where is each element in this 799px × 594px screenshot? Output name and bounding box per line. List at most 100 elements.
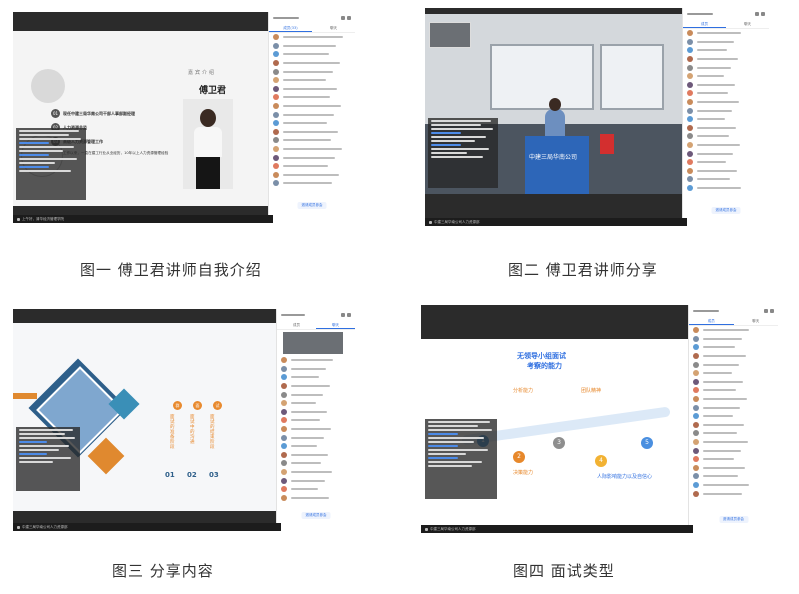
member-row[interactable] — [277, 476, 355, 485]
close-icon[interactable] — [347, 15, 351, 20]
tab-members[interactable]: 成员 — [683, 20, 726, 28]
invite-button[interactable]: 邀请成员参会 — [301, 512, 331, 519]
search-icon[interactable] — [341, 312, 345, 317]
member-row[interactable] — [683, 46, 769, 55]
member-row[interactable] — [683, 29, 769, 38]
member-row[interactable] — [269, 85, 355, 94]
member-row[interactable] — [683, 55, 769, 64]
member-row[interactable] — [277, 416, 355, 425]
search-icon[interactable] — [341, 15, 345, 20]
member-row[interactable] — [689, 360, 778, 369]
member-row[interactable] — [689, 326, 778, 335]
member-row[interactable] — [689, 395, 778, 404]
tab-chat[interactable]: 聊天 — [734, 317, 779, 325]
avatar — [687, 38, 693, 45]
member-row[interactable] — [269, 179, 355, 188]
close-icon[interactable] — [770, 308, 774, 313]
member-row[interactable] — [683, 89, 769, 98]
invite-button[interactable]: 邀请成员参会 — [711, 207, 741, 214]
member-row[interactable] — [269, 162, 355, 171]
member-row[interactable] — [277, 399, 355, 408]
tab-members[interactable]: 成员 — [277, 321, 316, 329]
member-row[interactable] — [683, 167, 769, 176]
member-row[interactable] — [269, 33, 355, 42]
invite-button[interactable]: 邀请成员参会 — [297, 202, 327, 209]
member-row[interactable] — [277, 494, 355, 503]
member-row[interactable] — [683, 81, 769, 90]
member-row[interactable] — [683, 63, 769, 72]
member-row[interactable] — [277, 459, 355, 468]
member-row[interactable] — [689, 429, 778, 438]
member-row[interactable] — [269, 67, 355, 76]
mic-icon[interactable] — [429, 220, 432, 224]
tab-chat[interactable]: 聊天 — [312, 24, 355, 32]
member-row[interactable] — [269, 59, 355, 68]
tab-members[interactable]: 成员 — [689, 317, 734, 325]
member-row[interactable] — [277, 373, 355, 382]
search-icon[interactable] — [755, 11, 759, 16]
mic-icon[interactable] — [17, 525, 20, 529]
member-row[interactable] — [683, 149, 769, 158]
member-row[interactable] — [689, 412, 778, 421]
member-row[interactable] — [277, 382, 355, 391]
member-row[interactable] — [689, 352, 778, 361]
member-row[interactable] — [683, 98, 769, 107]
member-row[interactable] — [277, 442, 355, 451]
member-row[interactable] — [269, 102, 355, 111]
member-row[interactable] — [277, 433, 355, 442]
invite-button[interactable]: 邀请成员参会 — [719, 516, 748, 523]
member-row[interactable] — [683, 115, 769, 124]
member-row[interactable] — [689, 378, 778, 387]
member-row[interactable] — [277, 365, 355, 374]
member-row[interactable] — [269, 153, 355, 162]
member-row[interactable] — [277, 485, 355, 494]
member-row[interactable] — [269, 42, 355, 51]
close-icon[interactable] — [761, 11, 765, 16]
member-row[interactable] — [683, 38, 769, 47]
member-row[interactable] — [683, 175, 769, 184]
member-row[interactable] — [689, 481, 778, 490]
member-row[interactable] — [683, 184, 769, 193]
member-row[interactable] — [689, 335, 778, 344]
member-row[interactable] — [277, 390, 355, 399]
tab-chat[interactable]: 聊天 — [316, 321, 355, 329]
member-row[interactable] — [269, 110, 355, 119]
member-row[interactable] — [269, 171, 355, 180]
tab-members[interactable]: 成员(33) — [269, 24, 312, 32]
member-row[interactable] — [689, 489, 778, 498]
member-row[interactable] — [689, 455, 778, 464]
member-row[interactable] — [269, 76, 355, 85]
mic-icon[interactable] — [17, 217, 20, 221]
member-row[interactable] — [277, 425, 355, 434]
member-row[interactable] — [683, 106, 769, 115]
member-row[interactable] — [689, 369, 778, 378]
podium-banner: 中建三局华南公司 — [529, 154, 578, 161]
member-row[interactable] — [683, 141, 769, 150]
member-row[interactable] — [277, 408, 355, 417]
member-row[interactable] — [277, 451, 355, 460]
mic-icon[interactable] — [425, 527, 428, 531]
member-row[interactable] — [683, 72, 769, 81]
member-row[interactable] — [277, 468, 355, 477]
member-row[interactable] — [683, 158, 769, 167]
member-row[interactable] — [277, 356, 355, 365]
member-row[interactable] — [689, 472, 778, 481]
member-row[interactable] — [269, 128, 355, 137]
member-row[interactable] — [689, 421, 778, 430]
member-row[interactable] — [269, 93, 355, 102]
member-row[interactable] — [689, 446, 778, 455]
member-row[interactable] — [269, 136, 355, 145]
member-row[interactable] — [269, 145, 355, 154]
tab-chat[interactable]: 聊天 — [726, 20, 769, 28]
member-row[interactable] — [689, 403, 778, 412]
member-row[interactable] — [683, 132, 769, 141]
member-row[interactable] — [269, 50, 355, 59]
member-row[interactable] — [683, 124, 769, 133]
member-row[interactable] — [689, 386, 778, 395]
member-row[interactable] — [689, 438, 778, 447]
member-row[interactable] — [689, 343, 778, 352]
search-icon[interactable] — [764, 308, 768, 313]
member-row[interactable] — [689, 464, 778, 473]
member-row[interactable] — [269, 119, 355, 128]
close-icon[interactable] — [347, 312, 351, 317]
